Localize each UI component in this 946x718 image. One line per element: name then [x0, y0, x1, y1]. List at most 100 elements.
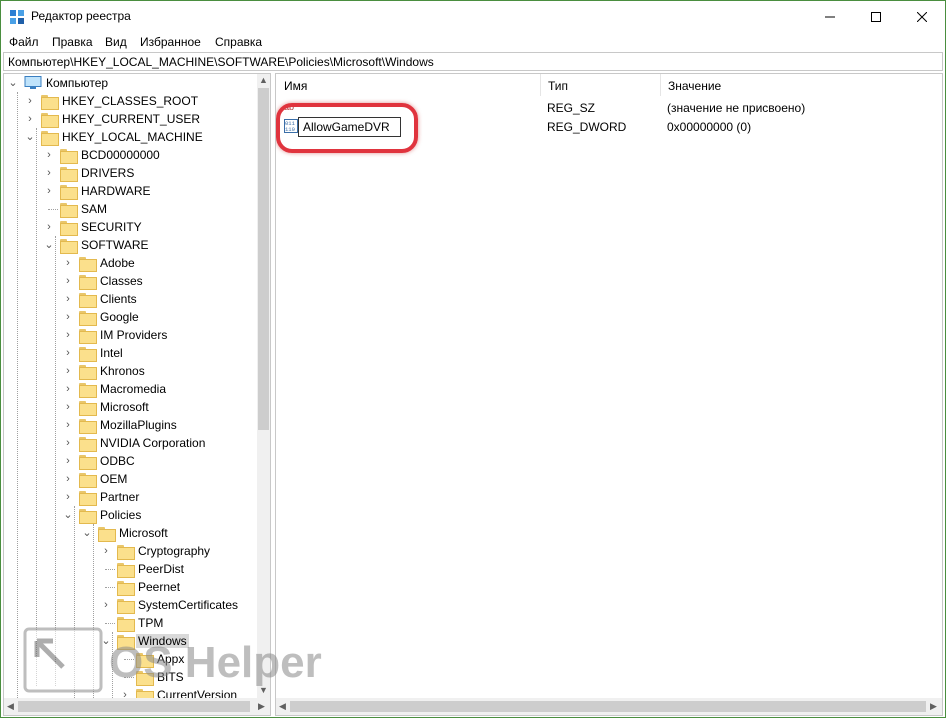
- rename-input[interactable]: AllowGameDVR: [298, 117, 401, 137]
- folder-icon: [117, 634, 135, 650]
- chevron-down-icon[interactable]: ⌄: [44, 239, 54, 251]
- chevron-down-icon[interactable]: ⌄: [101, 635, 111, 647]
- tree-item[interactable]: ⌄ HKEY_LOCAL_MACHINE: [4, 128, 256, 146]
- chevron-down-icon[interactable]: ⌄: [25, 131, 35, 143]
- chevron-right-icon[interactable]: ›: [44, 185, 54, 197]
- tree-item[interactable]: › Clients: [4, 290, 256, 308]
- chevron-right-icon[interactable]: ›: [63, 347, 73, 359]
- folder-icon: [117, 598, 135, 614]
- menu-help[interactable]: Справка: [215, 35, 262, 49]
- minimize-button[interactable]: [807, 1, 853, 32]
- chevron-right-icon[interactable]: ›: [63, 329, 73, 341]
- chevron-right-icon[interactable]: ›: [63, 437, 73, 449]
- tree-item[interactable]: Peernet: [4, 578, 256, 596]
- tree-item[interactable]: › DRIVERS: [4, 164, 256, 182]
- folder-icon: [79, 364, 97, 380]
- chevron-right-icon[interactable]: ›: [25, 95, 35, 107]
- menu-view[interactable]: Вид: [105, 35, 127, 49]
- chevron-right-icon[interactable]: ›: [63, 257, 73, 269]
- address-bar[interactable]: Компьютер\HKEY_LOCAL_MACHINE\SOFTWARE\Po…: [3, 52, 943, 71]
- tree-horizontal-scrollbar[interactable]: ◀ ▶: [4, 698, 270, 715]
- tree-horizontal-scroll-thumb[interactable]: [18, 701, 250, 712]
- chevron-down-icon[interactable]: ⌄: [82, 527, 92, 539]
- tree-item[interactable]: › NVIDIA Corporation: [4, 434, 256, 452]
- tree-vertical-scroll-thumb[interactable]: [258, 88, 269, 430]
- tree-item-label: Cryptography: [138, 544, 211, 558]
- tree-item[interactable]: PeerDist: [4, 560, 256, 578]
- tree-item-label: SystemCertificates: [138, 598, 239, 612]
- tree-item[interactable]: › MozillaPlugins: [4, 416, 256, 434]
- tree-item[interactable]: › Cryptography: [4, 542, 256, 560]
- chevron-right-icon[interactable]: ›: [63, 383, 73, 395]
- tree-item[interactable]: › HARDWARE: [4, 182, 256, 200]
- tree-item[interactable]: › ODBC: [4, 452, 256, 470]
- tree-item[interactable]: › Partner: [4, 488, 256, 506]
- tree-guide-line: [112, 632, 113, 698]
- close-button[interactable]: [899, 1, 945, 32]
- registry-editor-window: Редактор реестра Файл Правка Вид Избранн…: [0, 0, 946, 718]
- tree-item[interactable]: ⌄ Microsoft: [4, 524, 256, 542]
- chevron-right-icon[interactable]: ›: [101, 599, 111, 611]
- tree-item[interactable]: › HKEY_CURRENT_USER: [4, 110, 256, 128]
- tree-item[interactable]: › HKEY_CLASSES_ROOT: [4, 92, 256, 110]
- chevron-right-icon[interactable]: ›: [25, 113, 35, 125]
- tree-item[interactable]: TPM: [4, 614, 256, 632]
- tree-item[interactable]: › Google: [4, 308, 256, 326]
- scroll-left-icon[interactable]: ◀: [7, 702, 14, 711]
- tree-item[interactable]: › Intel: [4, 344, 256, 362]
- chevron-right-icon[interactable]: ›: [63, 419, 73, 431]
- maximize-button[interactable]: [853, 1, 899, 32]
- tree-item[interactable]: › Microsoft: [4, 398, 256, 416]
- column-header-value[interactable]: Значение: [660, 74, 940, 96]
- tree-item[interactable]: Appx: [4, 650, 256, 668]
- tree-item[interactable]: › IM Providers: [4, 326, 256, 344]
- folder-icon: [41, 130, 59, 146]
- tree-item[interactable]: › BCD00000000: [4, 146, 256, 164]
- tree-item[interactable]: › Macromedia: [4, 380, 256, 398]
- chevron-right-icon[interactable]: ›: [63, 473, 73, 485]
- scroll-left-icon[interactable]: ◀: [279, 702, 286, 711]
- tree-item[interactable]: › Classes: [4, 272, 256, 290]
- tree-item[interactable]: ⌄ Windows: [4, 632, 256, 650]
- minimize-icon: [825, 16, 835, 17]
- folder-icon: [79, 256, 97, 272]
- tree-item[interactable]: ⌄ SOFTWARE: [4, 236, 256, 254]
- column-header-name[interactable]: Имя: [276, 74, 540, 96]
- chevron-down-icon[interactable]: ⌄: [63, 509, 73, 521]
- tree-item[interactable]: › Khronos: [4, 362, 256, 380]
- tree-item[interactable]: › OEM: [4, 470, 256, 488]
- chevron-right-icon[interactable]: ›: [63, 275, 73, 287]
- chevron-right-icon[interactable]: ›: [44, 149, 54, 161]
- chevron-right-icon[interactable]: ›: [63, 455, 73, 467]
- chevron-right-icon[interactable]: ›: [44, 167, 54, 179]
- menu-file[interactable]: Файл: [9, 35, 39, 49]
- column-header-type[interactable]: Тип: [540, 74, 660, 96]
- chevron-right-icon[interactable]: ›: [63, 311, 73, 323]
- list-horizontal-scrollbar[interactable]: ◀ ▶: [276, 698, 942, 715]
- tree-item[interactable]: › SystemCertificates: [4, 596, 256, 614]
- scroll-up-icon[interactable]: ▲: [259, 76, 268, 85]
- chevron-right-icon[interactable]: ›: [44, 221, 54, 233]
- tree-root[interactable]: ⌄ Компьютер: [4, 74, 256, 92]
- chevron-right-icon[interactable]: ›: [101, 545, 111, 557]
- menu-edit[interactable]: Правка: [52, 35, 93, 49]
- registry-tree[interactable]: ⌄ Компьютер › HKEY_CLASSES_ROOT › HKEY_CURR…: [3, 73, 271, 716]
- chevron-right-icon[interactable]: ›: [63, 491, 73, 503]
- chevron-right-icon[interactable]: ›: [63, 401, 73, 413]
- scroll-right-icon[interactable]: ▶: [258, 702, 265, 711]
- list-horizontal-scroll-thumb[interactable]: [290, 701, 926, 712]
- menu-favorites[interactable]: Избранное: [140, 35, 201, 49]
- values-list[interactable]: Имя Тип Значение ab REG_SZ (значение не …: [275, 73, 943, 716]
- chevron-right-icon[interactable]: ›: [63, 365, 73, 377]
- chevron-down-icon[interactable]: ⌄: [8, 77, 18, 89]
- scroll-right-icon[interactable]: ▶: [930, 702, 937, 711]
- tree-item-label: Policies: [100, 508, 142, 522]
- tree-item[interactable]: › Adobe: [4, 254, 256, 272]
- tree-item[interactable]: ⌄ Policies: [4, 506, 256, 524]
- scroll-down-icon[interactable]: ▼: [259, 686, 268, 695]
- tree-vertical-scrollbar[interactable]: ▲ ▼: [257, 74, 270, 698]
- chevron-right-icon[interactable]: ›: [63, 293, 73, 305]
- tree-item[interactable]: › SECURITY: [4, 218, 256, 236]
- tree-item[interactable]: SAM: [4, 200, 256, 218]
- tree-item[interactable]: BITS: [4, 668, 256, 686]
